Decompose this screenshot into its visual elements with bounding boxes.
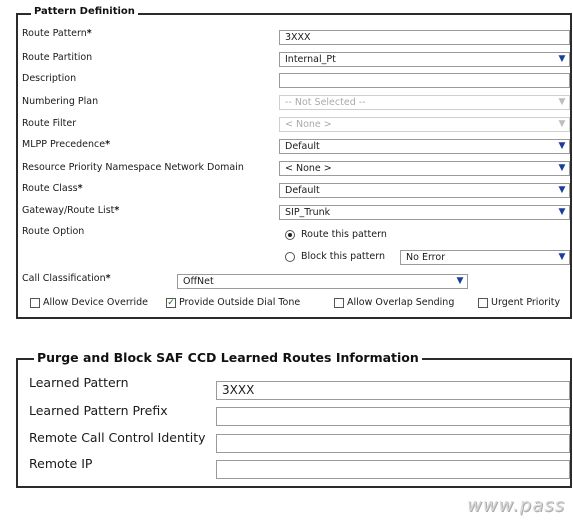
remote-ip-label: Remote IP [29, 456, 93, 471]
route-this-pattern-radio[interactable] [285, 230, 295, 240]
route-partition-select[interactable]: Internal_Pt ▼ [279, 52, 570, 67]
chevron-down-icon: ▼ [558, 141, 566, 151]
block-this-pattern-radio[interactable] [285, 252, 295, 262]
provide-outside-dial-tone-checkbox[interactable]: ✓ [166, 298, 176, 308]
route-class-select[interactable]: Default ▼ [279, 183, 570, 198]
block-this-pattern-label: Block this pattern [301, 251, 385, 262]
route-this-pattern-label: Route this pattern [301, 229, 387, 240]
route-pattern-label: Route Pattern* [22, 28, 92, 39]
route-option-label: Route Option [22, 226, 85, 237]
chevron-down-icon: ▼ [558, 252, 566, 262]
call-classification-label: Call Classification* [22, 273, 111, 284]
learned-pattern-prefix-input[interactable] [216, 407, 570, 426]
route-filter-select: < None > ▼ [279, 117, 570, 132]
allow-overlap-sending-label: Allow Overlap Sending [347, 297, 455, 308]
chevron-down-icon: ▼ [558, 185, 566, 195]
gateway-route-list-label: Gateway/Route List* [22, 205, 120, 216]
chevron-down-icon: ▼ [558, 207, 566, 217]
chevron-down-icon: ▼ [558, 163, 566, 173]
route-filter-label: Route Filter [22, 118, 77, 129]
route-pattern-input[interactable]: 3XXX [279, 30, 570, 45]
chevron-down-icon: ▼ [558, 119, 566, 129]
allow-device-override-checkbox[interactable] [30, 298, 40, 308]
remote-call-control-identity-label: Remote Call Control Identity [29, 430, 206, 445]
mlpp-precedence-label: MLPP Precedence* [22, 139, 111, 150]
urgent-priority-label: Urgent Priority [491, 297, 561, 308]
saf-learned-routes-legend: Purge and Block SAF CCD Learned Routes I… [34, 350, 422, 365]
chevron-down-icon: ▼ [558, 97, 566, 107]
numbering-plan-select: -- Not Selected -- ▼ [279, 95, 570, 110]
remote-ip-input[interactable] [216, 460, 570, 479]
numbering-plan-label: Numbering Plan [22, 96, 99, 107]
mlpp-precedence-select[interactable]: Default ▼ [279, 139, 570, 154]
urgent-priority-checkbox[interactable] [478, 298, 488, 308]
description-input[interactable] [279, 73, 570, 88]
route-class-label: Route Class* [22, 183, 83, 194]
resource-priority-label: Resource Priority Namespace Network Doma… [22, 162, 244, 173]
block-reason-select[interactable]: No Error ▼ [400, 250, 570, 265]
route-partition-label: Route Partition [22, 52, 93, 63]
learned-pattern-label: Learned Pattern [29, 375, 129, 390]
call-classification-select[interactable]: OffNet ▼ [177, 274, 468, 289]
gateway-route-list-select[interactable]: SIP_Trunk ▼ [279, 205, 570, 220]
learned-pattern-prefix-label: Learned Pattern Prefix [29, 403, 168, 418]
allow-overlap-sending-checkbox[interactable] [334, 298, 344, 308]
learned-pattern-input[interactable]: 3XXX [216, 381, 570, 400]
allow-device-override-label: Allow Device Override [43, 297, 148, 308]
description-label: Description [22, 73, 77, 84]
provide-outside-dial-tone-label: Provide Outside Dial Tone [179, 297, 301, 308]
resource-priority-select[interactable]: < None > ▼ [279, 161, 570, 176]
remote-call-control-identity-input[interactable] [216, 434, 570, 453]
pattern-definition-legend: Pattern Definition [31, 6, 138, 17]
chevron-down-icon: ▼ [456, 276, 464, 286]
watermark: www.pass [467, 495, 565, 516]
chevron-down-icon: ▼ [558, 54, 566, 64]
